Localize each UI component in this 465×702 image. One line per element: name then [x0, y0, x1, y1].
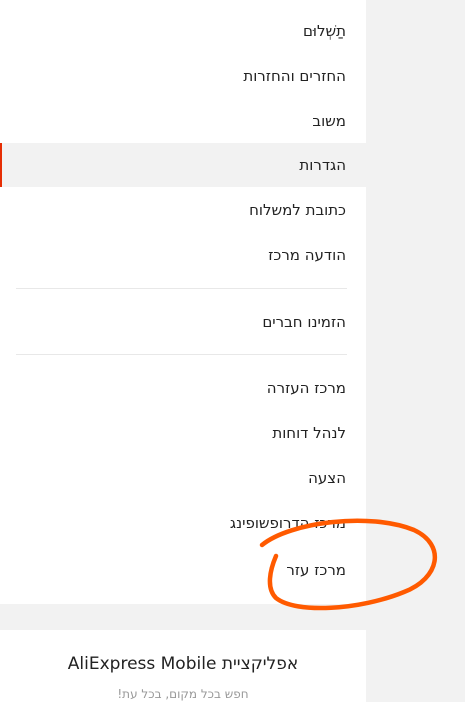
page: תַשְׁלוּם החזרים והחזרות משוב הגדרות כתו…	[0, 0, 465, 702]
menu-item-message-center[interactable]: הודעה מרכז	[0, 233, 366, 277]
menu-item-invite-friends[interactable]: הזמינו חברים	[0, 300, 366, 344]
account-menu: תַשְׁלוּם החזרים והחזרות משוב הגדרות כתו…	[0, 0, 366, 604]
menu-item-returns-refunds[interactable]: החזרים והחזרות	[0, 54, 366, 98]
active-indicator	[0, 143, 2, 187]
menu-item-settings[interactable]: הגדרות	[0, 143, 366, 187]
menu-item-feedback[interactable]: משוב	[0, 99, 366, 143]
app-promo: אפליקציית AliExpress Mobile חפש בכל מקום…	[0, 630, 366, 702]
menu-item-dropshipping-center[interactable]: מרכז הדרופשופינג	[0, 501, 366, 545]
menu-item-shipping-address[interactable]: כתובת למשלוח	[0, 188, 366, 232]
menu-divider	[16, 288, 347, 289]
app-promo-title[interactable]: אפליקציית AliExpress Mobile	[0, 654, 366, 674]
menu-item-payment[interactable]: תַשְׁלוּם	[0, 9, 366, 53]
menu-divider	[16, 354, 347, 355]
app-promo-subtitle: חפש בכל מקום, בכל עת!	[117, 687, 249, 701]
menu-item-help-hub[interactable]: מרכז עזר	[0, 548, 366, 592]
menu-item-manage-reports[interactable]: לנהל דוחות	[0, 411, 366, 455]
menu-item-help-center[interactable]: מרכז העזרה	[0, 366, 366, 410]
menu-item-suggestion[interactable]: הצעה	[0, 456, 366, 500]
